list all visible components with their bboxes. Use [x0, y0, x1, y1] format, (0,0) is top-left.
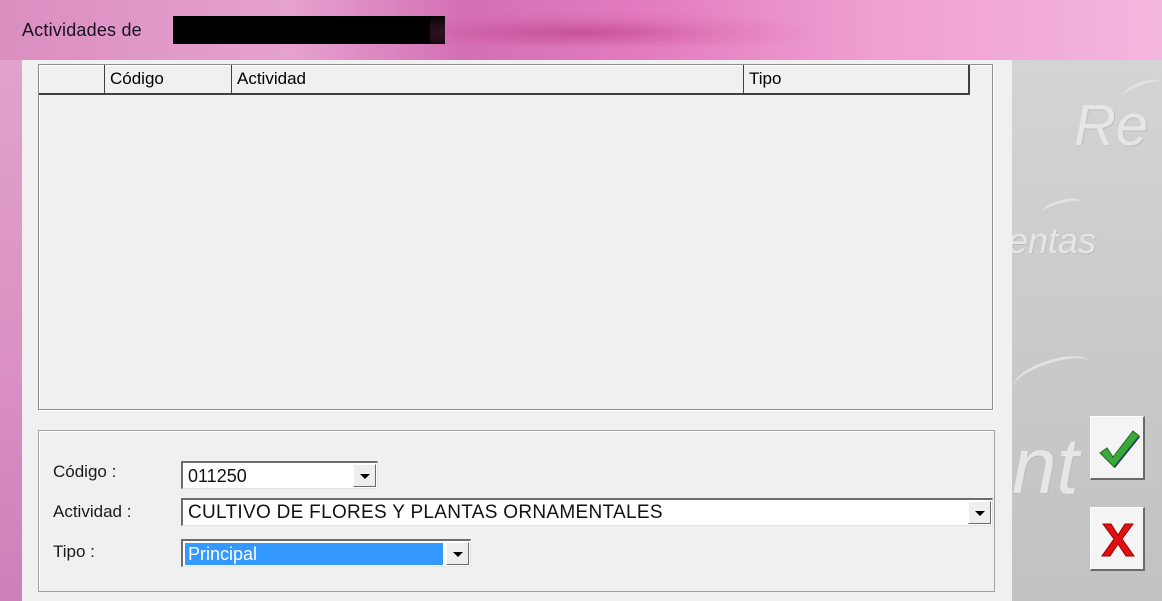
column-header-actividad[interactable]: Actividad	[232, 65, 744, 93]
redacted-name-block	[173, 16, 445, 44]
watermark-text: nt	[1012, 421, 1079, 510]
codigo-value: 011250	[188, 466, 247, 486]
title-bar[interactable]: Actividades de	[0, 0, 1162, 60]
window-frame-left	[0, 60, 22, 601]
tipo-value: Principal	[185, 543, 443, 565]
activities-window: Actividades de Código Actividad Tipo Cód…	[0, 0, 1162, 601]
grid-header-selector[interactable]	[39, 65, 105, 93]
ok-button[interactable]	[1090, 416, 1145, 480]
actividad-combobox[interactable]: CULTIVO DE FLORES Y PLANTAS ORNAMENTALES	[181, 498, 993, 526]
codigo-combobox[interactable]: 011250	[181, 461, 378, 489]
activity-form-panel: Código : 011250 Actividad : CULTIVO DE F…	[38, 430, 995, 592]
watermark-text: Re	[1074, 93, 1149, 158]
chevron-down-icon[interactable]	[353, 464, 376, 487]
window-title: Actividades de	[22, 20, 142, 40]
cancel-button[interactable]	[1090, 507, 1145, 571]
red-x-icon	[1101, 523, 1135, 557]
green-checkmark-icon	[1099, 430, 1140, 468]
client-area: Código Actividad Tipo Código : 011250 Ac…	[22, 60, 1012, 601]
chevron-down-icon[interactable]	[446, 542, 469, 565]
watermark-text: entas	[1012, 220, 1097, 261]
codigo-label: Código :	[53, 462, 117, 481]
column-header-codigo[interactable]: Código	[105, 65, 232, 93]
actividad-value: CULTIVO DE FLORES Y PLANTAS ORNAMENTALES	[188, 502, 663, 523]
activities-grid[interactable]: Código Actividad Tipo	[38, 64, 993, 410]
tipo-combobox[interactable]: Principal	[181, 539, 471, 567]
grid-header: Código Actividad Tipo	[39, 65, 970, 95]
chevron-down-icon[interactable]	[968, 501, 991, 524]
actividad-label: Actividad :	[53, 502, 132, 521]
watermark-swoosh	[1040, 195, 1084, 219]
watermark-swoosh	[1012, 348, 1095, 402]
tipo-label: Tipo :	[53, 542, 95, 561]
column-header-tipo[interactable]: Tipo	[744, 65, 970, 93]
